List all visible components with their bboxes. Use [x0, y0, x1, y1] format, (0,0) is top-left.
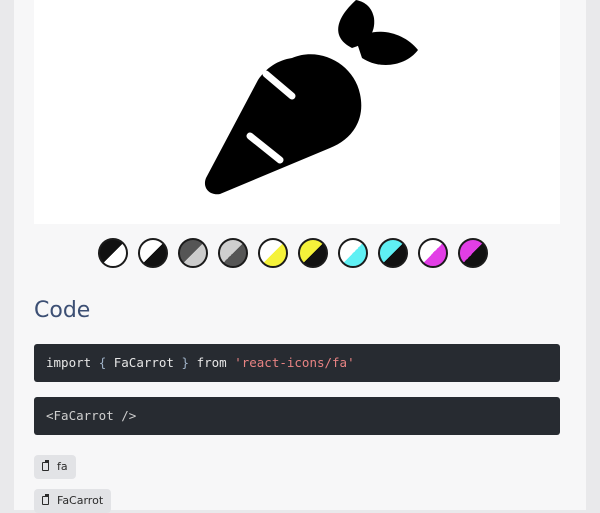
copy-icon: [42, 493, 51, 507]
code-section-title: Code: [34, 298, 91, 323]
component-name: FaCarrot: [113, 355, 174, 370]
swatch-cyan-black[interactable]: [378, 238, 408, 268]
swatch-white-cyan[interactable]: [338, 238, 368, 268]
icon-detail-panel: Code import { FaCarrot } from 'react-ico…: [14, 0, 586, 513]
color-swatches: [98, 238, 488, 272]
swatch-yellow-black[interactable]: [298, 238, 328, 268]
brace-close: }: [181, 355, 190, 370]
copy-icon: [42, 459, 51, 473]
swatch-white-magenta[interactable]: [418, 238, 448, 268]
from-keyword: from: [196, 355, 227, 370]
swatch-black-white[interactable]: [98, 238, 128, 268]
swatch-magenta-black[interactable]: [458, 238, 488, 268]
brace-open: {: [98, 355, 107, 370]
copy-library-label: fa: [57, 460, 68, 473]
module-path: 'react-icons/fa': [234, 355, 355, 370]
copy-icon-name-label: FaCarrot: [57, 494, 104, 507]
jsx-code-block[interactable]: <FaCarrot />: [34, 397, 560, 435]
jsx-tag: <FaCarrot />: [46, 408, 137, 423]
swatch-gray-dark[interactable]: [178, 238, 208, 268]
swatch-white-yellow[interactable]: [258, 238, 288, 268]
copy-library-chip[interactable]: fa: [34, 455, 76, 479]
copy-icon-name-chip[interactable]: FaCarrot: [34, 489, 112, 513]
swatch-lightgray-dark[interactable]: [218, 238, 248, 268]
import-keyword: import: [46, 355, 92, 370]
swatch-white-black[interactable]: [138, 238, 168, 268]
import-code-block[interactable]: import { FaCarrot } from 'react-icons/fa…: [34, 344, 560, 382]
icon-preview: [34, 0, 560, 224]
carrot-icon: [204, 0, 418, 195]
